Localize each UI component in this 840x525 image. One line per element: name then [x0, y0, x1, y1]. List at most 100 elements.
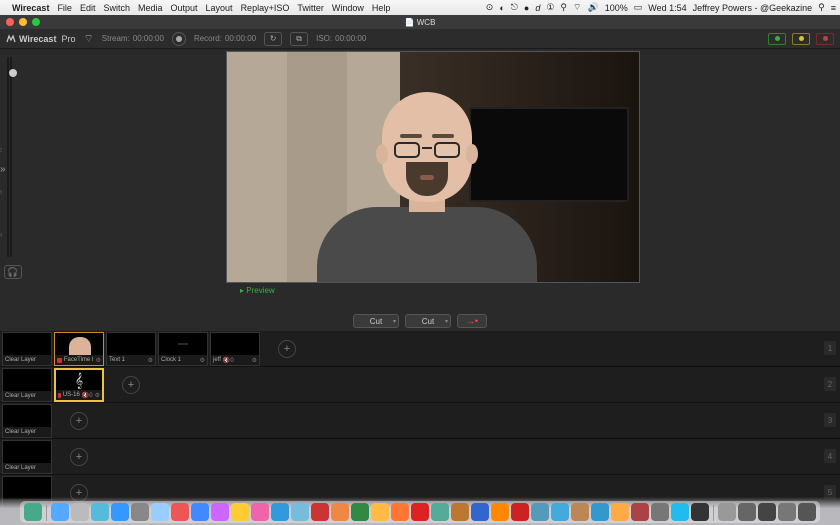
shot-settings-icon[interactable]: ⚙	[148, 357, 153, 364]
dock-app-icon[interactable]	[311, 503, 329, 521]
status-icon[interactable]: ●	[524, 3, 529, 13]
volume-icon[interactable]: 🔊	[587, 2, 598, 13]
menu-switch[interactable]: Switch	[103, 3, 130, 13]
dock-app-icon[interactable]	[24, 503, 42, 521]
dock-app-icon[interactable]	[51, 503, 69, 521]
chevron-down-icon[interactable]: ▾	[393, 318, 396, 325]
add-shot-button[interactable]: +	[122, 376, 140, 394]
dock-app-icon[interactable]	[251, 503, 269, 521]
notifications-icon[interactable]: ≡	[831, 3, 836, 13]
replay-button[interactable]: ↻	[264, 32, 282, 46]
clear-layer-shot[interactable]: Clear Layer	[2, 368, 52, 402]
add-shot-button[interactable]: +	[278, 340, 296, 358]
shot-audio-icon[interactable]: 🔇0	[223, 357, 234, 364]
menu-replay-iso[interactable]: Replay+ISO	[241, 3, 290, 13]
dock-app-icon[interactable]	[71, 503, 89, 521]
shot[interactable]: 𝄞US-16🔇0⚙	[54, 368, 104, 402]
shot-settings-icon[interactable]: ⚙	[95, 392, 100, 399]
battery-pct[interactable]: 100%	[605, 3, 628, 13]
menu-media[interactable]: Media	[138, 3, 163, 13]
dock-app-icon[interactable]	[718, 503, 736, 521]
clock[interactable]: Wed 1:54	[648, 3, 686, 13]
status-icon[interactable]: ⎋	[511, 2, 518, 13]
dock-app-icon[interactable]	[531, 503, 549, 521]
menu-twitter[interactable]: Twitter	[297, 3, 324, 13]
audio-meter[interactable]: 0-3 -6 -12 -18 -24	[7, 57, 19, 257]
status-icon[interactable]: ◐	[499, 3, 504, 13]
status-icon[interactable]: ⊙	[486, 2, 494, 13]
clear-layer-shot[interactable]: Clear Layer	[2, 440, 52, 474]
shot[interactable]: jeff🔇0⚙	[210, 332, 260, 366]
shot-settings-icon[interactable]: ⚙	[200, 357, 205, 364]
transition-1-button[interactable]: Cut▾	[353, 314, 399, 328]
dock-app-icon[interactable]	[631, 503, 649, 521]
dock-app-icon[interactable]	[571, 503, 589, 521]
layout-mode-yellow[interactable]	[792, 33, 810, 45]
layout-mode-red[interactable]	[816, 33, 834, 45]
shot[interactable]: Clock 1⚙	[158, 332, 208, 366]
dock-app-icon[interactable]	[798, 503, 816, 521]
layout-mode-green[interactable]	[768, 33, 786, 45]
iso-button[interactable]: ⧉	[290, 32, 308, 46]
status-icon[interactable]: d	[535, 3, 540, 13]
shot[interactable]: Text 1⚙	[106, 332, 156, 366]
dock-app-icon[interactable]	[151, 503, 169, 521]
dock-app-icon[interactable]	[171, 503, 189, 521]
dock-app-icon[interactable]	[231, 503, 249, 521]
dock-app-icon[interactable]	[778, 503, 796, 521]
dock-app-icon[interactable]	[691, 503, 709, 521]
user-name[interactable]: Jeffrey Powers - @Geekazine	[693, 3, 813, 13]
wifi-toggle[interactable]: ⌔	[83, 32, 93, 46]
shot-settings-icon[interactable]: ⚙	[96, 357, 101, 364]
stream-status[interactable]: Stream: 00:00:00	[102, 34, 164, 43]
dock-app-icon[interactable]	[591, 503, 609, 521]
dock-app-icon[interactable]	[671, 503, 689, 521]
dock-app-icon[interactable]	[411, 503, 429, 521]
bluetooth-icon[interactable]: ⚲	[560, 2, 567, 13]
dock-app-icon[interactable]	[491, 503, 509, 521]
dock-app-icon[interactable]	[511, 503, 529, 521]
record-button[interactable]	[172, 32, 186, 46]
window-titlebar[interactable]: 📄 WCB	[0, 15, 840, 29]
dock-app-icon[interactable]	[738, 503, 756, 521]
dock-app-icon[interactable]	[391, 503, 409, 521]
dock-app-icon[interactable]	[91, 503, 109, 521]
battery-icon[interactable]: ▭	[634, 2, 643, 13]
dock-app-icon[interactable]	[651, 503, 669, 521]
dock-app-icon[interactable]	[758, 503, 776, 521]
dock-app-icon[interactable]	[611, 503, 629, 521]
menu-output[interactable]: Output	[171, 3, 198, 13]
status-icon[interactable]: ①	[546, 2, 554, 13]
dock-app-icon[interactable]	[371, 503, 389, 521]
menu-help[interactable]: Help	[372, 3, 391, 13]
add-shot-button[interactable]: +	[70, 448, 88, 466]
dock-app-icon[interactable]	[551, 503, 569, 521]
dock-app-icon[interactable]	[291, 503, 309, 521]
dock-app-icon[interactable]	[431, 503, 449, 521]
go-button[interactable]: →•	[457, 314, 487, 328]
app-menu[interactable]: Wirecast	[12, 3, 49, 13]
add-shot-button[interactable]: +	[70, 412, 88, 430]
dock-app-icon[interactable]	[131, 503, 149, 521]
chevron-down-icon[interactable]: ▾	[445, 318, 448, 325]
dock-app-icon[interactable]	[351, 503, 369, 521]
preview-monitor[interactable]: ⌨	[226, 51, 640, 283]
wifi-icon[interactable]: ⌔	[573, 2, 581, 13]
spotlight-icon[interactable]: ⚲	[818, 2, 825, 13]
menu-layout[interactable]: Layout	[206, 3, 233, 13]
dock-app-icon[interactable]	[471, 503, 489, 521]
shot[interactable]: FaceTime I⚙	[54, 332, 104, 366]
dock-app-icon[interactable]	[111, 503, 129, 521]
clear-layer-shot[interactable]: Clear Layer	[2, 332, 52, 366]
headphones-button[interactable]: 🎧	[4, 265, 22, 279]
clear-layer-shot[interactable]: Clear Layer	[2, 404, 52, 438]
shot-settings-icon[interactable]: ⚙	[252, 357, 257, 364]
dock-app-icon[interactable]	[211, 503, 229, 521]
dock-app-icon[interactable]	[331, 503, 349, 521]
menu-file[interactable]: File	[57, 3, 72, 13]
shot-audio-icon[interactable]: 🔇0	[82, 392, 93, 399]
dock-app-icon[interactable]	[191, 503, 209, 521]
volume-slider-knob[interactable]	[9, 69, 17, 77]
menu-window[interactable]: Window	[332, 3, 364, 13]
dock-app-icon[interactable]	[271, 503, 289, 521]
